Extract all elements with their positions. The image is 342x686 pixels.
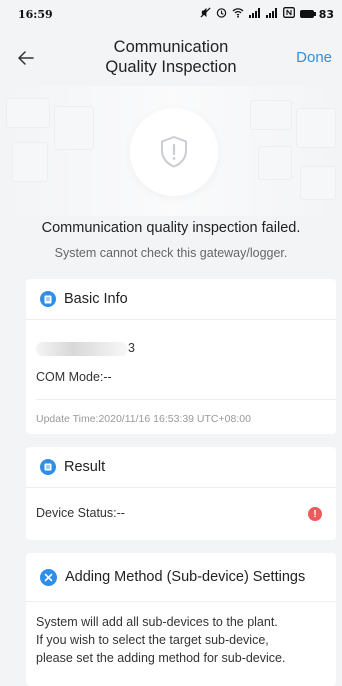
done-button[interactable]: Done (296, 49, 332, 66)
mute-icon (200, 7, 211, 21)
adding-method-card: Adding Method (Sub-device) Settings Syst… (26, 553, 336, 686)
adding-method-line2: If you wish to select the target sub-dev… (36, 633, 269, 647)
update-time: Update Time:2020/11/16 16:53:39 UTC+08:0… (36, 412, 251, 425)
basic-info-card: Basic Info 3 COM Mode:-- Update Time:202… (26, 279, 336, 434)
status-icons: 83 (200, 7, 334, 21)
nav-bar: Communication Quality Inspection Done (0, 34, 342, 82)
divider (26, 601, 336, 602)
basic-info-header: Basic Info (26, 279, 336, 319)
adding-method-header[interactable]: Adding Method (Sub-device) Settings (26, 553, 336, 601)
page-title: Communication Quality Inspection (70, 37, 272, 77)
adding-method-description: System will add all sub-devices to the p… (26, 613, 336, 667)
divider (36, 398, 336, 400)
nfc-icon (282, 7, 295, 21)
redacted-serial (36, 341, 128, 356)
device-status: Device Status:-- (36, 506, 125, 520)
device-sn-row: 3 (26, 341, 336, 356)
page-title-line2: Quality Inspection (105, 58, 237, 76)
settings-cross-icon (40, 568, 57, 586)
shield-warning-icon (161, 136, 187, 168)
status-bar: 16:59 83 (0, 0, 342, 28)
device-status-row: Device Status:-- ! (26, 488, 336, 540)
signal-icon-2 (265, 7, 278, 21)
alert-icon[interactable]: ! (308, 507, 322, 521)
adding-method-title: Adding Method (Sub-device) Settings (65, 569, 306, 585)
shield-status-badge (130, 108, 218, 196)
alarm-icon (216, 7, 227, 21)
signal-icon-1 (248, 7, 261, 21)
result-title: Result (64, 459, 106, 475)
com-mode: COM Mode:-- (36, 369, 112, 384)
divider (26, 319, 336, 320)
back-button[interactable] (14, 46, 38, 70)
battery-level: 83 (318, 7, 334, 21)
list-icon (40, 459, 56, 475)
adding-method-line1: System will add all sub-devices to the p… (36, 615, 278, 629)
status-time: 16:59 (18, 7, 53, 21)
arrow-left-icon (18, 51, 34, 65)
basic-info-title: Basic Info (64, 291, 128, 307)
result-header: Result (26, 447, 336, 487)
device-sn-suffix: 3 (128, 341, 135, 355)
document-icon (40, 291, 56, 307)
battery-icon (299, 10, 316, 18)
inspection-result-title: Communication quality inspection failed. (41, 220, 301, 236)
inspection-result-subtitle: System cannot check this gateway/logger. (54, 246, 288, 260)
adding-method-line3: please set the adding method for sub-dev… (36, 651, 286, 665)
page-title-line1: Communication (113, 38, 229, 56)
result-card: Result Device Status:-- ! (26, 447, 336, 540)
wifi-icon (232, 7, 244, 21)
